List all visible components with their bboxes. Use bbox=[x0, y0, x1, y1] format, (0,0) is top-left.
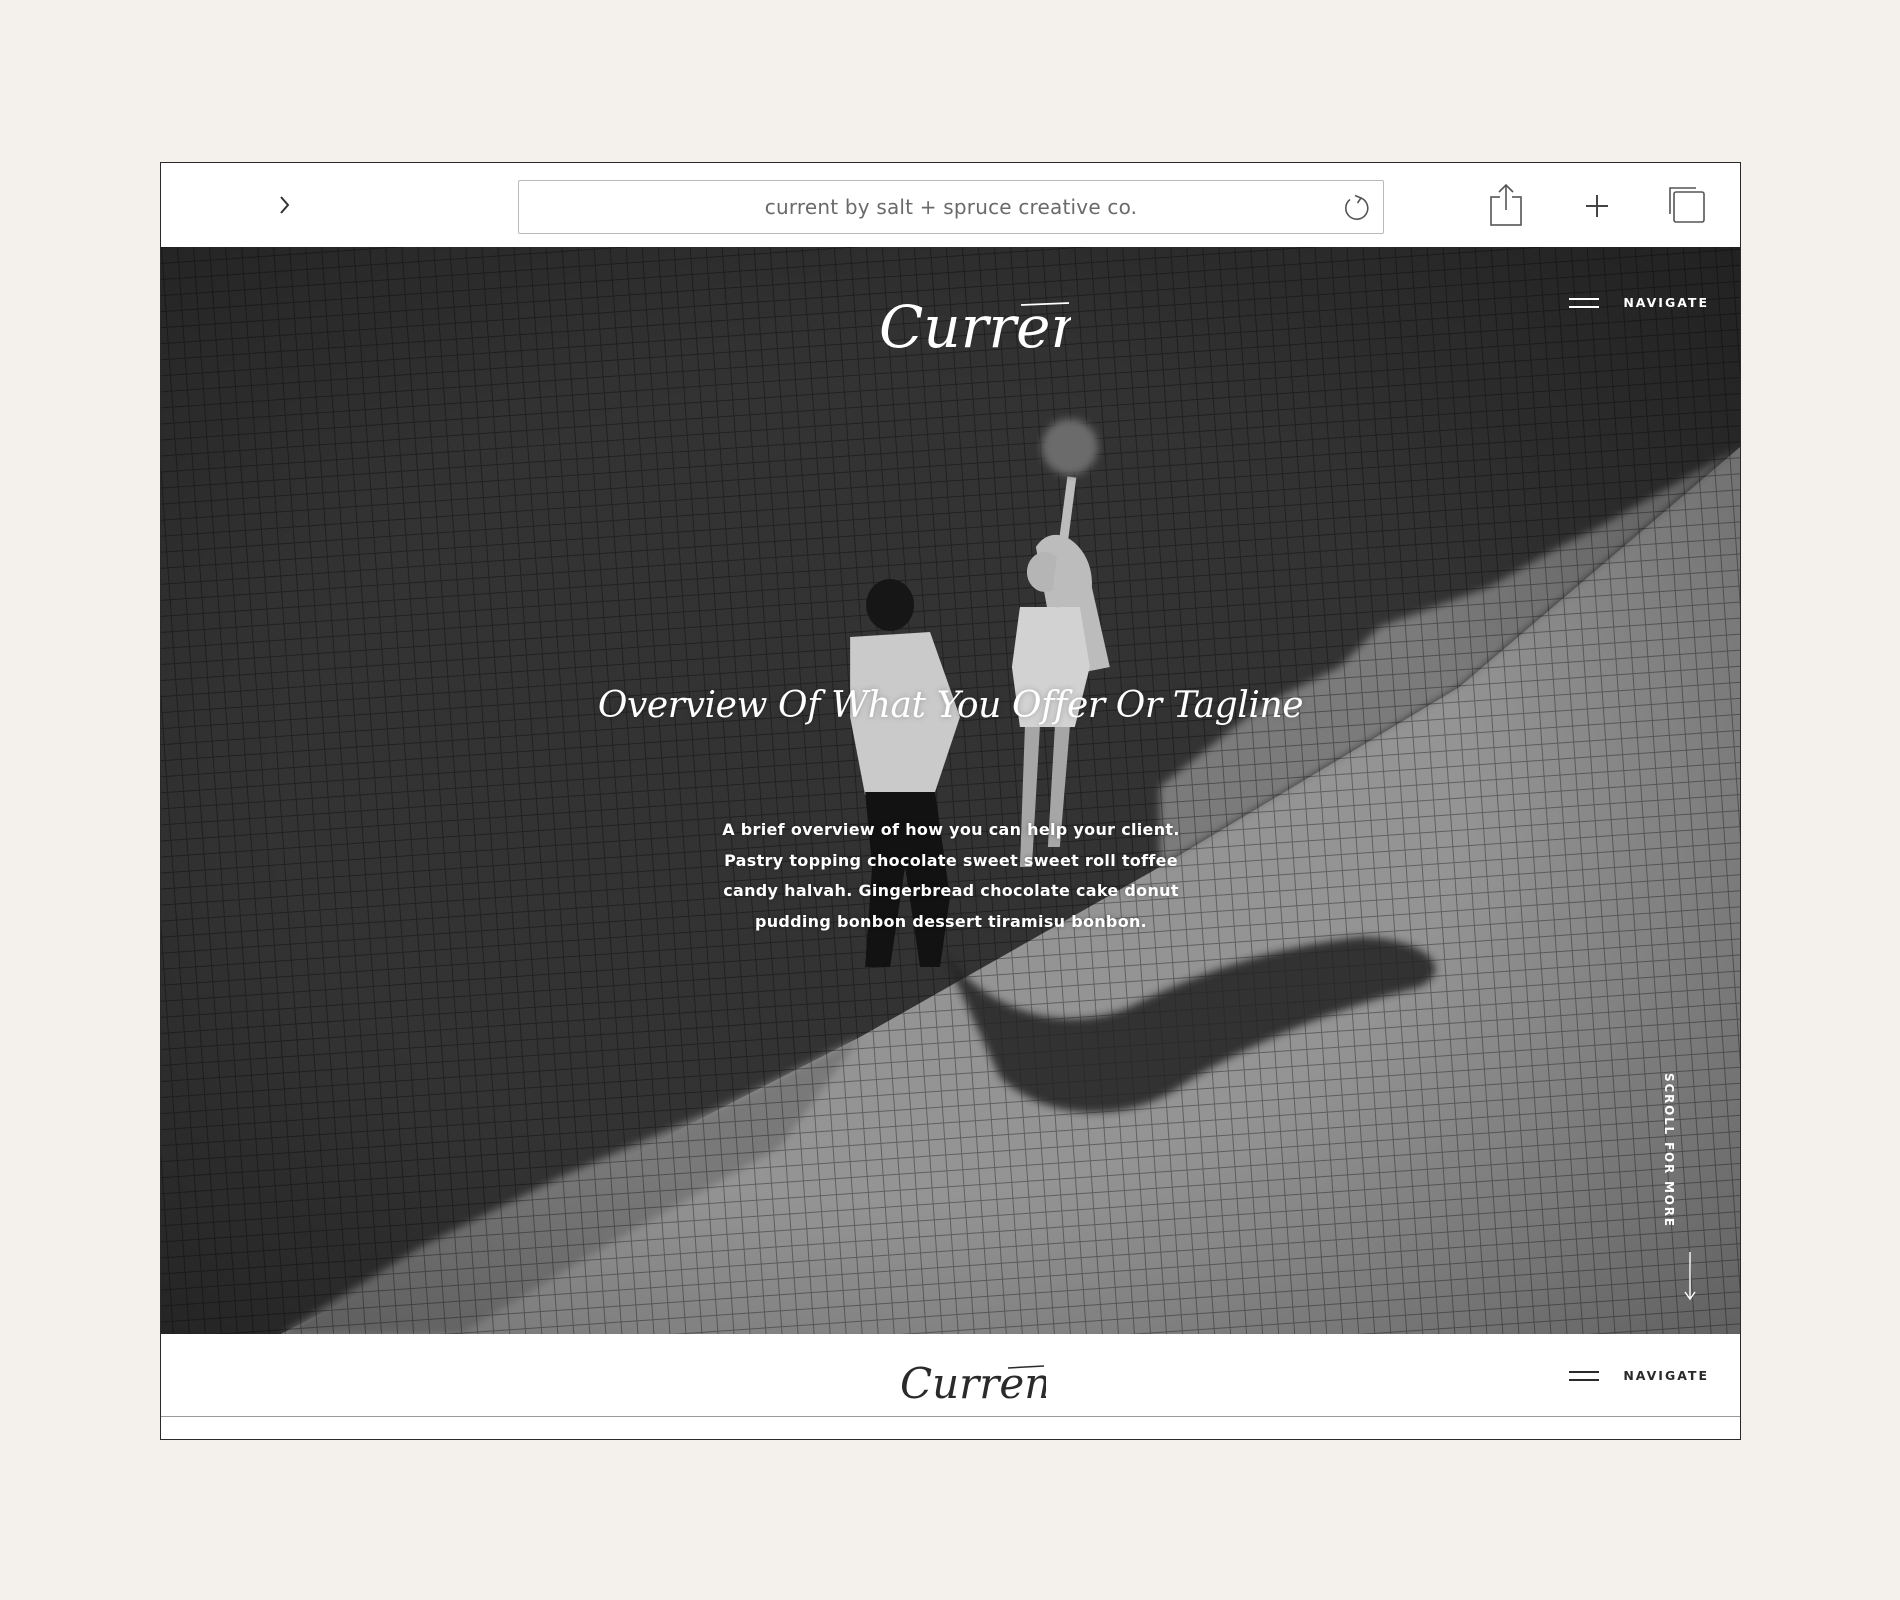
logo-wordmark: Current bbox=[879, 293, 1071, 361]
address-bar[interactable]: current by salt + spruce creative co. bbox=[518, 180, 1384, 234]
hero-description: A brief overview of how you can help you… bbox=[722, 820, 1180, 931]
hero-section: Current NAVIGATE Overview Of What You Of… bbox=[161, 247, 1740, 1334]
hamburger-icon bbox=[1569, 1369, 1600, 1383]
navigate-label: NAVIGATE bbox=[1623, 1368, 1709, 1383]
navigate-menu-button-sticky[interactable]: NAVIGATE bbox=[1569, 1368, 1709, 1383]
reload-icon bbox=[1345, 194, 1369, 220]
forward-button[interactable] bbox=[264, 185, 304, 225]
hamburger-icon bbox=[1569, 296, 1600, 310]
scroll-for-more-link[interactable]: SCROLL FOR MORE bbox=[1656, 1073, 1676, 1233]
navigate-menu-button[interactable]: NAVIGATE bbox=[1569, 295, 1709, 310]
arrow-down-icon bbox=[1684, 1252, 1696, 1301]
browser-toolbar: current by salt + spruce creative co. bbox=[161, 163, 1740, 247]
current-logo[interactable]: Current bbox=[871, 277, 1071, 367]
sticky-header: Current NAVIGATE bbox=[161, 1334, 1740, 1417]
share-button[interactable] bbox=[1486, 183, 1526, 227]
share-icon bbox=[1490, 183, 1522, 226]
black-and-white-photo-couple-walking-icon bbox=[161, 247, 1740, 1334]
plus-icon bbox=[1586, 195, 1608, 217]
new-tab-button[interactable] bbox=[1577, 185, 1617, 225]
navigate-label: NAVIGATE bbox=[1623, 295, 1709, 310]
reload-button[interactable] bbox=[1339, 191, 1373, 225]
address-text: current by salt + spruce creative co. bbox=[764, 195, 1138, 219]
current-logo-small[interactable]: Current bbox=[896, 1348, 1046, 1410]
tabs-icon bbox=[1669, 187, 1705, 223]
logo-wordmark-small: Current bbox=[900, 1359, 1046, 1408]
chevron-right-icon bbox=[280, 196, 290, 214]
hero-title: Overview Of What You Offer Or Tagline bbox=[597, 685, 1304, 726]
browser-window: current by salt + spruce creative co. Cu… bbox=[160, 162, 1741, 1440]
tabs-overview-button[interactable] bbox=[1666, 184, 1708, 226]
